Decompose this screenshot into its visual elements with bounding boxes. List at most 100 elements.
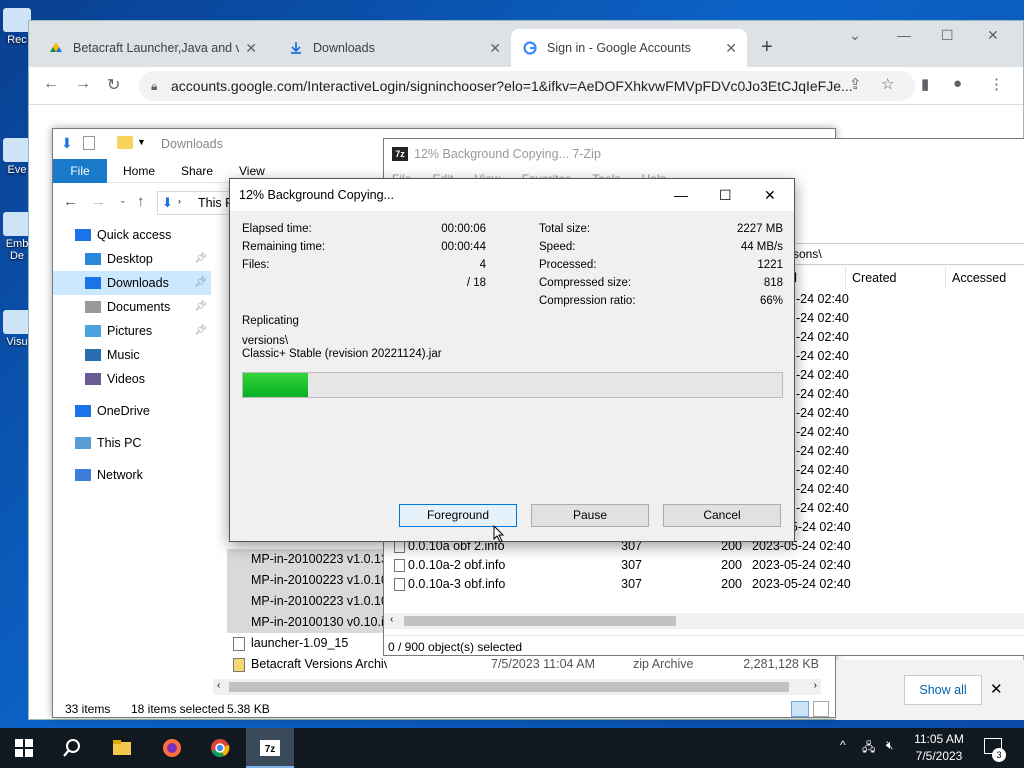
sidebar-item-this-pc[interactable]: This PC xyxy=(53,431,211,455)
chevron-right-icon[interactable]: › xyxy=(814,680,817,691)
share-icon[interactable]: ⇪ xyxy=(849,75,862,93)
search-button[interactable] xyxy=(48,728,96,768)
clock[interactable]: 11:05 AM 7/5/2023 xyxy=(904,731,974,765)
network-icon xyxy=(75,469,91,481)
table-row[interactable]: 0.0.10a-2 obf.info 307 200 2023-05-24 02:40 xyxy=(384,556,1024,575)
close-icon[interactable]: ✕ xyxy=(987,27,999,44)
ribbon-tab-home[interactable]: Home xyxy=(109,159,169,183)
scrollbar-thumb[interactable] xyxy=(229,682,789,692)
forward-icon[interactable]: → xyxy=(91,193,106,210)
sidebar-item-label: Downloads xyxy=(107,276,169,290)
start-button[interactable] xyxy=(0,728,48,768)
new-tab-icon[interactable]: + xyxy=(761,36,773,59)
close-icon[interactable]: ✕ xyxy=(489,40,501,57)
cancel-button[interactable]: Cancel xyxy=(663,504,781,527)
address-box[interactable]: ⬇ › This P xyxy=(157,191,237,215)
up-icon[interactable]: ↑ xyxy=(137,193,145,210)
tab-betacraft[interactable]: Betacraft Launcher,Java and vers ✕ xyxy=(37,29,267,67)
tab-downloads[interactable]: Downloads ✕ xyxy=(277,29,511,67)
column-created[interactable]: Created xyxy=(846,267,946,289)
path-field[interactable]: sons\ xyxy=(784,243,1024,265)
minimize-icon[interactable]: — xyxy=(897,27,911,43)
desktop-icon-label: Rec xyxy=(7,34,27,46)
firefox-icon xyxy=(163,739,181,757)
reload-icon[interactable]: ↻ xyxy=(107,75,120,95)
scrollbar-thumb[interactable] xyxy=(404,616,676,626)
progress-dialog: 12% Background Copying... — ☐ ✕ Elapsed … xyxy=(229,178,795,543)
firefox-button[interactable] xyxy=(148,728,196,768)
stat-label: Compression ratio: xyxy=(539,295,636,307)
properties-icon[interactable] xyxy=(83,136,95,150)
network-icon[interactable]: 🖧︎ xyxy=(862,738,875,768)
back-icon[interactable]: ← xyxy=(63,193,78,210)
file-explorer-button[interactable] xyxy=(98,728,146,768)
file-row[interactable]: Betacraft Versions Archive 7/5/2023 11:04… xyxy=(227,654,827,675)
sidebar-item-quick-access[interactable]: Quick access xyxy=(53,223,211,247)
ribbon-tab-share[interactable]: Share xyxy=(167,159,227,183)
pin-icon: 📌︎ xyxy=(194,301,207,312)
column-accessed[interactable]: Accessed xyxy=(946,267,1024,289)
pictures-icon xyxy=(85,325,101,337)
sidebar-item-label: Pictures xyxy=(107,324,153,338)
maximize-icon[interactable]: ☐ xyxy=(719,179,732,211)
sidebar-item-onedrive[interactable]: OneDrive xyxy=(53,399,211,423)
horizontal-scrollbar[interactable]: ‹ › xyxy=(213,679,821,695)
forward-icon[interactable]: → xyxy=(75,75,91,93)
close-icon[interactable]: ✕ xyxy=(245,40,257,57)
maximize-icon[interactable]: ☐ xyxy=(941,27,954,44)
pause-button[interactable]: Pause xyxy=(531,504,649,527)
sidebar-item-videos[interactable]: Videos xyxy=(53,367,211,391)
large-icons-view-icon[interactable] xyxy=(813,701,829,717)
sidebar-item-documents[interactable]: Documents 📌︎ xyxy=(53,295,211,319)
show-all-button[interactable]: Show all xyxy=(904,675,982,705)
chevron-down-icon[interactable]: ▼ xyxy=(137,137,146,147)
side-panel-icon[interactable]: ▮ xyxy=(921,75,929,93)
cell-date: -24 02:40 xyxy=(796,463,849,477)
close-icon[interactable]: ✕ xyxy=(990,680,1003,698)
menu-icon[interactable]: ⋮ xyxy=(989,75,1004,93)
folder-icon[interactable] xyxy=(117,136,133,149)
foreground-button[interactable]: Foreground xyxy=(399,504,517,527)
minimize-icon[interactable]: — xyxy=(674,179,688,211)
sidebar-item-desktop[interactable]: Desktop 📌︎ xyxy=(53,247,211,271)
chevron-up-icon[interactable]: ^ xyxy=(840,738,846,768)
details-view-icon[interactable] xyxy=(791,701,809,717)
cell-date: -24 02:40 xyxy=(796,444,849,458)
volume-icon[interactable]: 🔇︎ xyxy=(886,738,894,768)
address-bar[interactable]: 🔒︎ accounts.google.com/InteractiveLogin/… xyxy=(139,71,915,101)
tab-google-signin[interactable]: Sign in - Google Accounts ✕ xyxy=(511,29,747,67)
close-icon[interactable]: ✕ xyxy=(725,40,737,57)
profile-icon[interactable]: ● xyxy=(953,75,962,92)
close-icon[interactable]: ✕ xyxy=(764,179,776,211)
back-icon[interactable]: ← xyxy=(43,75,59,93)
download-icon xyxy=(85,277,101,289)
tab-strip: Betacraft Launcher,Java and vers ✕ Downl… xyxy=(29,21,1023,67)
notification-panel: Show all ✕ xyxy=(836,660,1024,720)
chevron-down-icon[interactable]: ⌄ xyxy=(119,195,127,206)
chevron-left-icon[interactable]: ‹ xyxy=(390,614,393,625)
sidebar-item-downloads[interactable]: Downloads 📌︎ xyxy=(53,271,211,295)
chevron-left-icon[interactable]: ‹ xyxy=(217,680,220,691)
sidebar-item-music[interactable]: Music xyxy=(53,343,211,367)
stat-row: Elapsed time: 00:00:06 xyxy=(242,220,486,238)
selected-count: 18 items selected xyxy=(131,702,225,716)
horizontal-scrollbar[interactable]: ‹ xyxy=(384,613,1024,629)
7zip-button[interactable]: 7z xyxy=(246,728,294,768)
sidebar-item-pictures[interactable]: Pictures 📌︎ xyxy=(53,319,211,343)
sidebar-item-network[interactable]: Network xyxy=(53,463,211,487)
stat-row: Compression ratio: 66% xyxy=(539,292,783,310)
toolbar: ← → ↻ 🔒︎ accounts.google.com/Interactive… xyxy=(29,67,1023,105)
stat-value: 1221 xyxy=(757,259,783,271)
ribbon-tab-file[interactable]: File xyxy=(53,159,107,183)
chrome-button[interactable] xyxy=(196,728,244,768)
notification-count-badge: 3 xyxy=(992,748,1006,762)
start-icon xyxy=(15,739,33,757)
dialog-title-bar: 12% Background Copying... — ☐ ✕ xyxy=(230,179,794,211)
bookmark-star-icon[interactable]: ☆ xyxy=(881,75,894,93)
chevron-down-icon[interactable]: ⌄ xyxy=(849,27,861,44)
file-icon xyxy=(394,559,405,572)
table-row[interactable]: 0.0.10a-3 obf.info 307 200 2023-05-24 02:40 xyxy=(384,575,1024,594)
tab-title: Sign in - Google Accounts xyxy=(547,41,691,55)
stat-value: 818 xyxy=(763,277,783,289)
stat-label: Remaining time: xyxy=(242,241,326,253)
